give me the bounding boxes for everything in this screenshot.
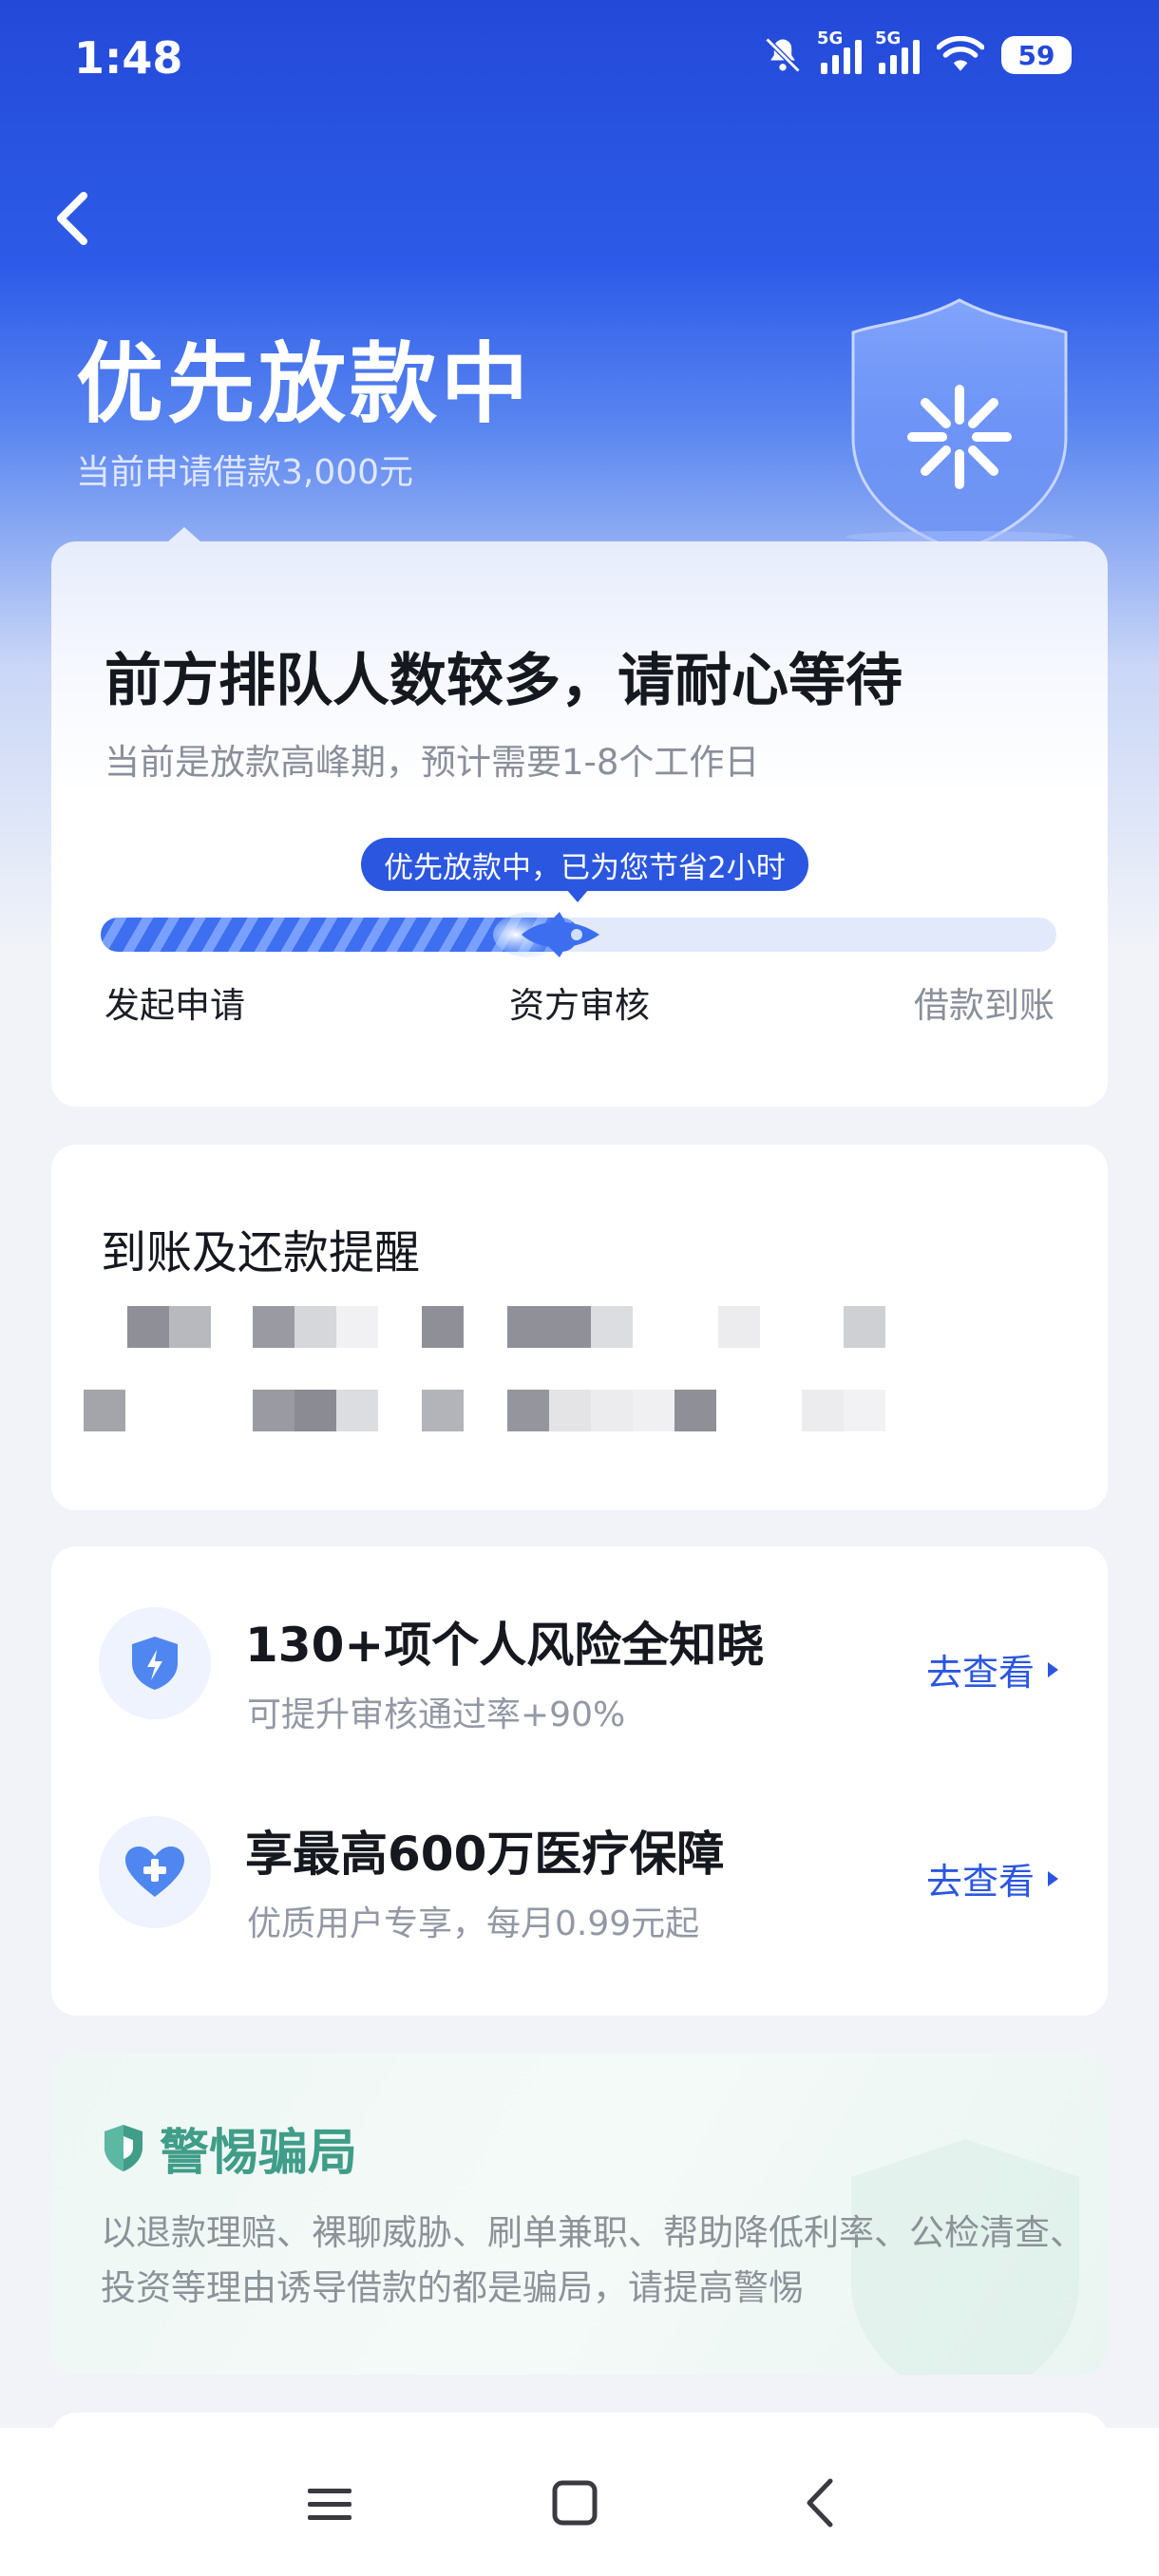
back-nav-icon[interactable] [788,2475,855,2532]
pixelated-content [51,1306,1108,1487]
queue-description: 当前是放款高峰期，预计需要1-8个工作日 [104,742,760,783]
status-bar: 1:48 5G 5G 59 [0,0,1159,123]
shield-bolt-icon [132,1637,178,1690]
reminder-title: 到账及还款提醒 [101,1226,421,1279]
service-risk-report[interactable]: 130+项个人风险全知晓 可提升审核通过率+90% 去查看 [51,1594,1108,1765]
play-arrow-icon [1048,1870,1058,1886]
network-label: 5G [817,28,844,48]
signal-icon: 5G [817,28,862,74]
progress-track [101,912,1056,957]
page-title: 优先放款中 [76,333,533,435]
rocket-icon [493,912,599,957]
back-icon[interactable] [49,188,95,249]
priority-pill: 优先放款中，已为您节省2小时 [361,838,808,891]
battery-icon: 59 [1001,36,1072,74]
wifi-icon [937,36,984,71]
network-label: 5G [875,28,902,48]
fraud-warning-card: 警惕骗局 以退款理赔、裸聊威胁、刷单兼职、帮助降低利率、公检清查、投资等理由诱导… [51,2054,1108,2375]
fraud-title: 警惕骗局 [160,2125,358,2182]
service-icon-wrap [99,1607,211,1719]
step-apply: 发起申请 [104,985,245,1026]
queue-title: 前方排队人数较多，请耐心等待 [104,648,902,714]
fraud-text: 以退款理赔、裸聊威胁、刷单兼职、帮助降低利率、公检清查、投资等理由诱导借款的都是… [101,2212,1085,2308]
service-title: 享最高600万医疗保障 [245,1827,725,1882]
view-link[interactable]: 去查看 [926,1852,1058,1904]
service-subtitle: 可提升审核通过率+90% [247,1695,626,1734]
services-card: 130+项个人风险全知晓 可提升审核通过率+90% 去查看 享最高600万医疗保… [51,1546,1108,2016]
view-link-label: 去查看 [925,1652,1035,1694]
card-notch [167,527,201,542]
heart-plus-icon [125,1847,184,1897]
step-received: 借款到账 [914,985,1054,1026]
service-title: 130+项个人风险全知晓 [245,1618,765,1673]
page-subtitle: 当前申请借款3,000元 [76,453,414,492]
service-medical[interactable]: 享最高600万医疗保障 优质用户专享，每月0.99元起 去查看 [51,1803,1108,1974]
view-link-label: 去查看 [925,1861,1035,1903]
play-arrow-icon [1048,1661,1058,1677]
status-time: 1:48 [74,32,183,84]
step-review: 资方审核 [509,985,650,1026]
shield-logo-icon [846,298,1074,553]
service-subtitle: 优质用户专享，每月0.99元起 [247,1904,700,1943]
shield-check-icon [104,2124,142,2171]
progress-steps: 发起申请 资方审核 借款到账 [104,976,1054,1028]
menu-icon[interactable] [296,2475,363,2532]
status-icons: 5G 5G 59 [762,28,1072,76]
system-nav-bar [0,2428,1159,2576]
home-icon[interactable] [542,2475,608,2532]
pill-pointer [566,889,589,902]
fraud-header: 警惕骗局 [101,2112,357,2184]
view-link[interactable]: 去查看 [926,1643,1058,1695]
bell-muted-icon [765,37,801,73]
service-icon-wrap [99,1816,211,1928]
progress-card: 前方排队人数较多，请耐心等待 当前是放款高峰期，预计需要1-8个工作日 优先放款… [51,541,1108,1107]
reminder-card[interactable]: 到账及还款提醒 [51,1145,1108,1510]
signal-icon: 5G [875,28,920,74]
